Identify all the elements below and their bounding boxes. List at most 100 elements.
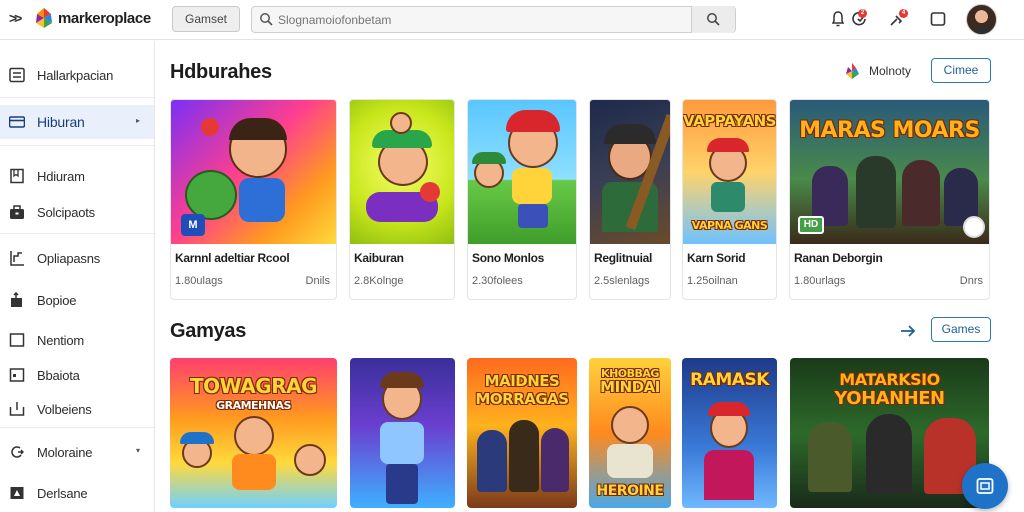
- sidebar-item-solcipaots[interactable]: Solcipaots: [0, 195, 154, 229]
- thumbnail-title: VAPPAYANS: [683, 112, 776, 130]
- section-link-molnoty[interactable]: Molnoty: [869, 64, 911, 78]
- sidebar-item-moloraine[interactable]: Moloraine ▾: [0, 435, 154, 469]
- card-meta: 2.5slenlags: [594, 275, 650, 287]
- bookmark-icon: [10, 168, 24, 184]
- thumbnail-subtitle: GRAMEHNAS: [216, 399, 291, 412]
- game-card[interactable]: VAPPAYANS VAPNA GANS Karn Sorid 1.25oiln…: [682, 99, 777, 300]
- divider: [0, 427, 154, 428]
- sidebar-item-label: Hallarkpacian: [37, 68, 114, 83]
- floating-action-button[interactable]: [962, 463, 1008, 509]
- sidebar-item-label: Hdiuram: [37, 169, 85, 184]
- sidebar-item-label: Solcipaots: [37, 205, 95, 220]
- game-card[interactable]: MAIDNES MORRAGAS: [467, 358, 577, 508]
- section-button-cimee[interactable]: Cimee: [931, 58, 991, 83]
- card-tag: Dnrs: [959, 275, 983, 287]
- sidebar: Hallarkpacian Hiburan ▸ Hdiuram Solcipao…: [0, 41, 155, 512]
- game-card[interactable]: RAMASK: [682, 358, 777, 508]
- game-card[interactable]: KHOBBAG MINDAI HEROINE: [589, 358, 671, 508]
- card-title: Kaiburan: [354, 251, 404, 265]
- logo-text[interactable]: markeroplace: [58, 10, 151, 27]
- search-submit-button[interactable]: [691, 6, 735, 33]
- box-icon: [9, 368, 25, 382]
- sidebar-item-bopioe[interactable]: Bopioe: [0, 283, 154, 317]
- sidebar-item-volbeiens[interactable]: Volbeiens: [0, 392, 154, 426]
- section-title-gamyas: Gamyas: [170, 320, 247, 342]
- sidebar-item-hiburan[interactable]: Hiburan ▸: [0, 105, 154, 139]
- game-thumbnail: [350, 100, 454, 244]
- card-title: Karnnl adeltiar Rcool: [175, 251, 290, 265]
- chevron-right-icon: ▸: [136, 116, 141, 125]
- sidebar-item-hallarkpacian[interactable]: Hallarkpacian: [0, 58, 154, 92]
- sidebar-item-label: Opliapasns: [37, 251, 101, 266]
- card-meta: 1.80ulags: [175, 275, 223, 287]
- pinwheel-icon: [846, 63, 859, 79]
- sidebar-item-label: Bbaiota: [37, 368, 80, 383]
- thumbnail-subtitle: MORRAGAS: [475, 390, 569, 408]
- card-title: Reglitnuial: [594, 251, 653, 265]
- sidebar-item-opliapasns[interactable]: Opliapasns: [0, 241, 154, 275]
- sidebar-item-label: Volbeiens: [37, 402, 92, 417]
- thumbnail-subtitle: YOHANHEN: [834, 388, 945, 409]
- card-meta: 2.30folees: [472, 275, 523, 287]
- section-title-hdburahes: Hdburahes: [170, 61, 272, 83]
- divider: [0, 145, 154, 146]
- game-card[interactable]: Kaiburan 2.8Kolnge: [349, 99, 455, 300]
- game-card[interactable]: TOWAGRAG GRAMEHNAS: [170, 358, 337, 508]
- thumbnail-title: RAMASK: [690, 370, 769, 390]
- sidebar-item-label: Derlsane: [37, 486, 88, 501]
- sidebar-item-label: Moloraine: [37, 445, 93, 460]
- card-tag: Dnils: [305, 275, 330, 287]
- card-badge: M: [181, 214, 205, 236]
- game-card[interactable]: MARAS MOARS HD Ranan Deborgin 1.80urlags…: [789, 99, 990, 300]
- card-icon: [9, 116, 25, 128]
- share-icon: [11, 292, 22, 307]
- game-card[interactable]: Sono Monlos 2.30folees: [467, 99, 577, 300]
- tray-icon: [9, 402, 25, 416]
- search-input[interactable]: [278, 10, 688, 29]
- swap-icon: [11, 446, 24, 458]
- card-badge: HD: [798, 216, 824, 234]
- thumbnail-title: MATARKSIO: [839, 370, 940, 389]
- document-icon: [976, 478, 994, 494]
- notification-bell-icon[interactable]: [829, 10, 847, 28]
- sidebar-item-label: Nentiom: [37, 333, 85, 348]
- thumbnail-subtitle: VAPNA GANS: [691, 219, 768, 232]
- arrow-right-icon[interactable]: [899, 322, 917, 340]
- game-thumbnail: VAPPAYANS VAPNA GANS: [683, 100, 776, 244]
- game-card[interactable]: [350, 358, 455, 508]
- divider: [0, 97, 154, 98]
- pinwheel-icon: [963, 216, 985, 238]
- logo-icon: [36, 8, 52, 28]
- sidebar-item-hdiuram[interactable]: Hdiuram: [0, 159, 154, 193]
- divider: [0, 233, 154, 234]
- card-meta: 1.25oilnan: [687, 275, 738, 287]
- briefcase-icon: [10, 205, 24, 219]
- user-avatar[interactable]: [966, 4, 997, 35]
- sidebar-item-label: Hiburan: [37, 114, 85, 130]
- gamset-button[interactable]: Gamset: [172, 6, 240, 32]
- alert-badge: 4: [899, 9, 908, 18]
- game-thumbnail: M: [171, 100, 336, 244]
- game-card[interactable]: Reglitnuial 2.5slenlags: [589, 99, 671, 300]
- thumbnail-subtitle: MINDAI: [600, 378, 660, 396]
- card-meta: 2.8Kolnge: [354, 275, 404, 287]
- game-thumbnail: [590, 100, 670, 244]
- notification-badge: 2: [858, 9, 867, 18]
- game-card[interactable]: M Karnnl adeltiar Rcool 1.80ulags Dnils: [170, 99, 337, 300]
- search-icon: [260, 13, 273, 26]
- search-icon: [707, 13, 720, 26]
- top-bar: >> markeroplace Gamset 2 4: [0, 0, 1024, 40]
- card-title: Karn Sorid: [687, 251, 746, 265]
- section-button-games[interactable]: Games: [931, 317, 991, 342]
- game-thumbnail: [468, 100, 576, 244]
- chart-icon: [10, 251, 24, 266]
- sidebar-item-nentiom[interactable]: Nentiom: [0, 323, 154, 357]
- search-bar: [251, 6, 736, 33]
- game-card[interactable]: MATARKSIO YOHANHEN: [790, 358, 989, 508]
- sidebar-item-bbaiota[interactable]: Bbaiota: [0, 358, 154, 392]
- collapse-sidebar-icon[interactable]: >>: [9, 10, 22, 26]
- sidebar-item-derlsane[interactable]: Derlsane: [0, 476, 154, 510]
- window-icon[interactable]: [929, 10, 947, 28]
- chevron-down-icon: ▾: [136, 446, 141, 455]
- thumbnail-title: MARAS MOARS: [799, 118, 980, 143]
